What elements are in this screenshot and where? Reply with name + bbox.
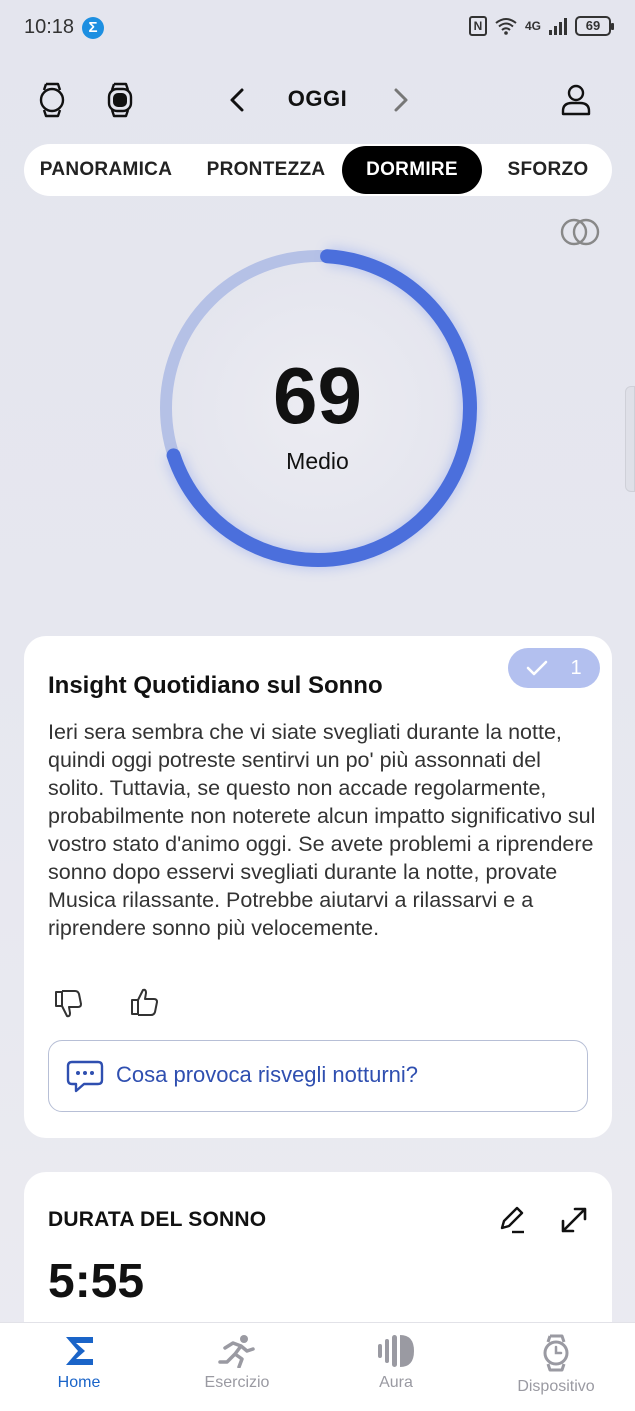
compare-rings-icon[interactable] [558,214,602,250]
nav-esercizio[interactable]: Esercizio [167,1330,307,1406]
insight-badge-count: 1 [570,656,582,679]
watch-round-icon[interactable] [32,80,72,120]
status-indicators: N 4G 69 [468,16,614,36]
edit-icon[interactable] [496,1204,528,1236]
sleep-score-value: 69 [273,351,362,440]
question-text: Cosa provoca risvegli notturni? [116,1062,419,1087]
sigma-icon [66,1337,93,1365]
device-watch-icon [543,1334,569,1372]
date-title: OGGI [287,86,348,111]
tab-prontezza[interactable]: PRONTEZZA [194,144,338,196]
nav-home[interactable]: Home [9,1330,149,1406]
tab-sforzo[interactable]: SFORZO [492,144,604,196]
chevron-right-icon[interactable] [384,82,416,118]
tab-dormire[interactable]: DORMIRE [342,146,482,194]
sleep-duration-label: DURATA DEL SONNO [48,1208,267,1231]
status-time: 10:18 [24,16,75,38]
insight-badge[interactable]: 1 [508,648,600,688]
nav-home-label: Home [57,1374,101,1391]
nav-aura-label: Aura [379,1374,413,1391]
sleep-duration-value: 5:55 [48,1255,145,1308]
tab-bar: PANORAMICA PRONTEZZA DORMIRE SFORZO [24,144,612,196]
nav-dispositivo-label: Dispositivo [517,1378,595,1395]
nav-dispositivo[interactable]: Dispositivo [486,1330,626,1406]
insight-body: Ieri sera sembra che vi siate svegliati … [48,720,596,940]
network-type: 4G [524,19,541,33]
edge-panel-handle[interactable] [625,386,635,492]
expand-icon[interactable] [558,1204,590,1236]
thumbs-up-icon[interactable] [128,986,162,1020]
runner-icon [218,1335,255,1368]
aura-icon [378,1335,414,1367]
insight-title: Insight Quotidiano sul Sonno [48,672,383,699]
nav-aura[interactable]: Aura [326,1330,466,1406]
profile-icon[interactable] [556,80,596,120]
sleep-score-label: Medio [286,448,349,474]
tab-panoramica[interactable]: PANORAMICA [26,144,186,196]
chat-bubble-icon [66,1058,104,1094]
signal-icon [549,17,567,35]
app-notification-icon: Σ [82,17,104,39]
battery-icon: 69 [575,16,614,36]
thumbs-down-icon[interactable] [52,986,86,1020]
check-icon [527,660,548,676]
wifi-icon [495,18,517,35]
nfc-icon: N [468,16,487,36]
watch-square-icon[interactable] [100,80,140,120]
nav-esercizio-label: Esercizio [204,1374,270,1391]
chevron-left-icon[interactable] [222,82,254,118]
